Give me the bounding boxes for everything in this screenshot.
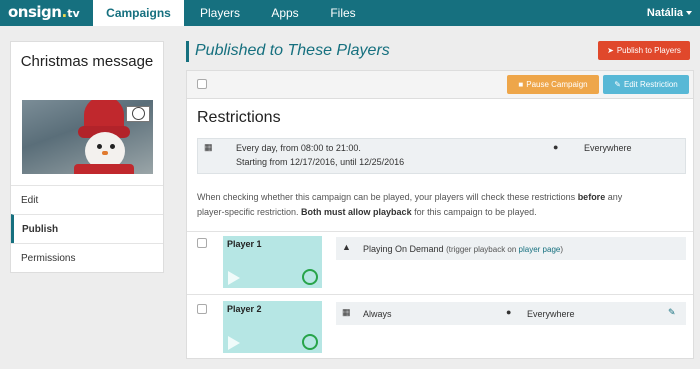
page-title: Published to These Players (195, 42, 390, 59)
player-name: Player 2 (227, 304, 262, 314)
player-2-restrictions: ▦ Always ● Everywhere ✎ (336, 302, 686, 325)
sidebar-item-edit[interactable]: Edit (11, 185, 163, 214)
row-divider (187, 231, 693, 232)
player-1-checkbox[interactable] (197, 238, 207, 248)
restriction-note-line1: When checking whether this campaign can … (197, 190, 689, 205)
snowman-scarf (74, 164, 134, 174)
player-page-link[interactable]: player page (519, 245, 561, 254)
tab-campaigns[interactable]: Campaigns (93, 0, 184, 26)
tab-files[interactable]: Files (320, 0, 366, 26)
status-text: Playing On Demand (363, 244, 444, 254)
note-text: for this campaign to be played. (411, 207, 537, 217)
online-signal-icon (302, 269, 318, 285)
campaign-name: Christmas message (20, 53, 154, 70)
note-text: any (605, 192, 623, 202)
chevron-down-icon (686, 11, 692, 16)
restriction-schedule: Every day, from 08:00 to 21:00. (236, 143, 361, 153)
sidebar-item-permissions[interactable]: Permissions (11, 243, 163, 272)
tab-apps[interactable]: Apps (260, 0, 310, 26)
edit-restriction-label: Edit Restriction (623, 80, 678, 89)
player-schedule: Always (363, 309, 392, 319)
logo-tv: tv (67, 7, 80, 20)
logo-text: onsign (8, 3, 62, 21)
user-menu[interactable]: Natália (647, 0, 692, 26)
status-note: (trigger playback on (446, 245, 519, 254)
restriction-location: Everywhere (584, 143, 632, 153)
map-pin-icon: ● (506, 307, 512, 317)
tab-players[interactable]: Players (190, 0, 250, 26)
snowman-eye (110, 144, 115, 149)
user-name: Natália (646, 7, 683, 19)
edit-restriction-button[interactable]: ✎ Edit Restriction (603, 75, 689, 94)
player-1-status: ▲ Playing On Demand (trigger playback on… (336, 237, 686, 260)
bell-icon: ▲ (342, 242, 351, 252)
snowman-nose (102, 151, 108, 155)
player-2-checkbox[interactable] (197, 304, 207, 314)
note-text: player-specific restriction. (197, 207, 302, 217)
publish-to-players-button[interactable]: ➤ Publish to Players (598, 41, 690, 60)
clock-icon (132, 107, 145, 120)
pause-label: Pause Campaign (526, 80, 588, 89)
onsign-logo[interactable]: onsign. tv (8, 3, 80, 23)
row-divider (187, 294, 693, 295)
select-all-checkbox[interactable] (197, 79, 207, 89)
pencil-icon[interactable]: ✎ (668, 307, 676, 318)
calendar-icon: ▦ (342, 307, 351, 317)
top-nav: onsign. tv Campaigns Players Apps Files N… (0, 0, 700, 26)
pause-campaign-button[interactable]: ■ Pause Campaign (507, 75, 599, 94)
publish-icon: ➤ (607, 46, 614, 55)
campaign-thumbnail (22, 100, 153, 174)
player-1-tile[interactable]: Player 1 (223, 236, 322, 288)
restriction-note-line2: player-specific restriction. Both must a… (197, 205, 689, 220)
restriction-dates: Starting from 12/17/2016, until 12/25/20… (236, 157, 405, 167)
note-bold: before (577, 192, 606, 202)
player-name: Player 1 (227, 239, 262, 249)
campaign-sidebar: Christmas message Edit Publish Permissio… (10, 41, 164, 273)
title-accent (186, 41, 189, 62)
note-bold: Both must allow playback (301, 207, 412, 217)
status-note-end: ) (560, 245, 564, 254)
play-icon (228, 271, 240, 285)
sidebar-item-publish[interactable]: Publish (11, 214, 163, 243)
calendar-icon: ▦ (204, 142, 213, 152)
online-signal-icon (302, 334, 318, 350)
player-status: Playing On Demand (trigger playback on p… (363, 244, 563, 254)
snowman-eye (97, 144, 102, 149)
note-text: When checking whether this campaign can … (197, 192, 578, 202)
publish-label: Publish to Players (616, 46, 681, 55)
pause-icon: ■ (518, 80, 524, 89)
map-pin-icon: ● (553, 142, 559, 152)
player-2-tile[interactable]: Player 2 (223, 301, 322, 353)
pencil-icon: ✎ (614, 80, 621, 89)
player-location: Everywhere (527, 309, 575, 319)
restrictions-heading: Restrictions (197, 109, 281, 126)
play-icon (228, 336, 240, 350)
